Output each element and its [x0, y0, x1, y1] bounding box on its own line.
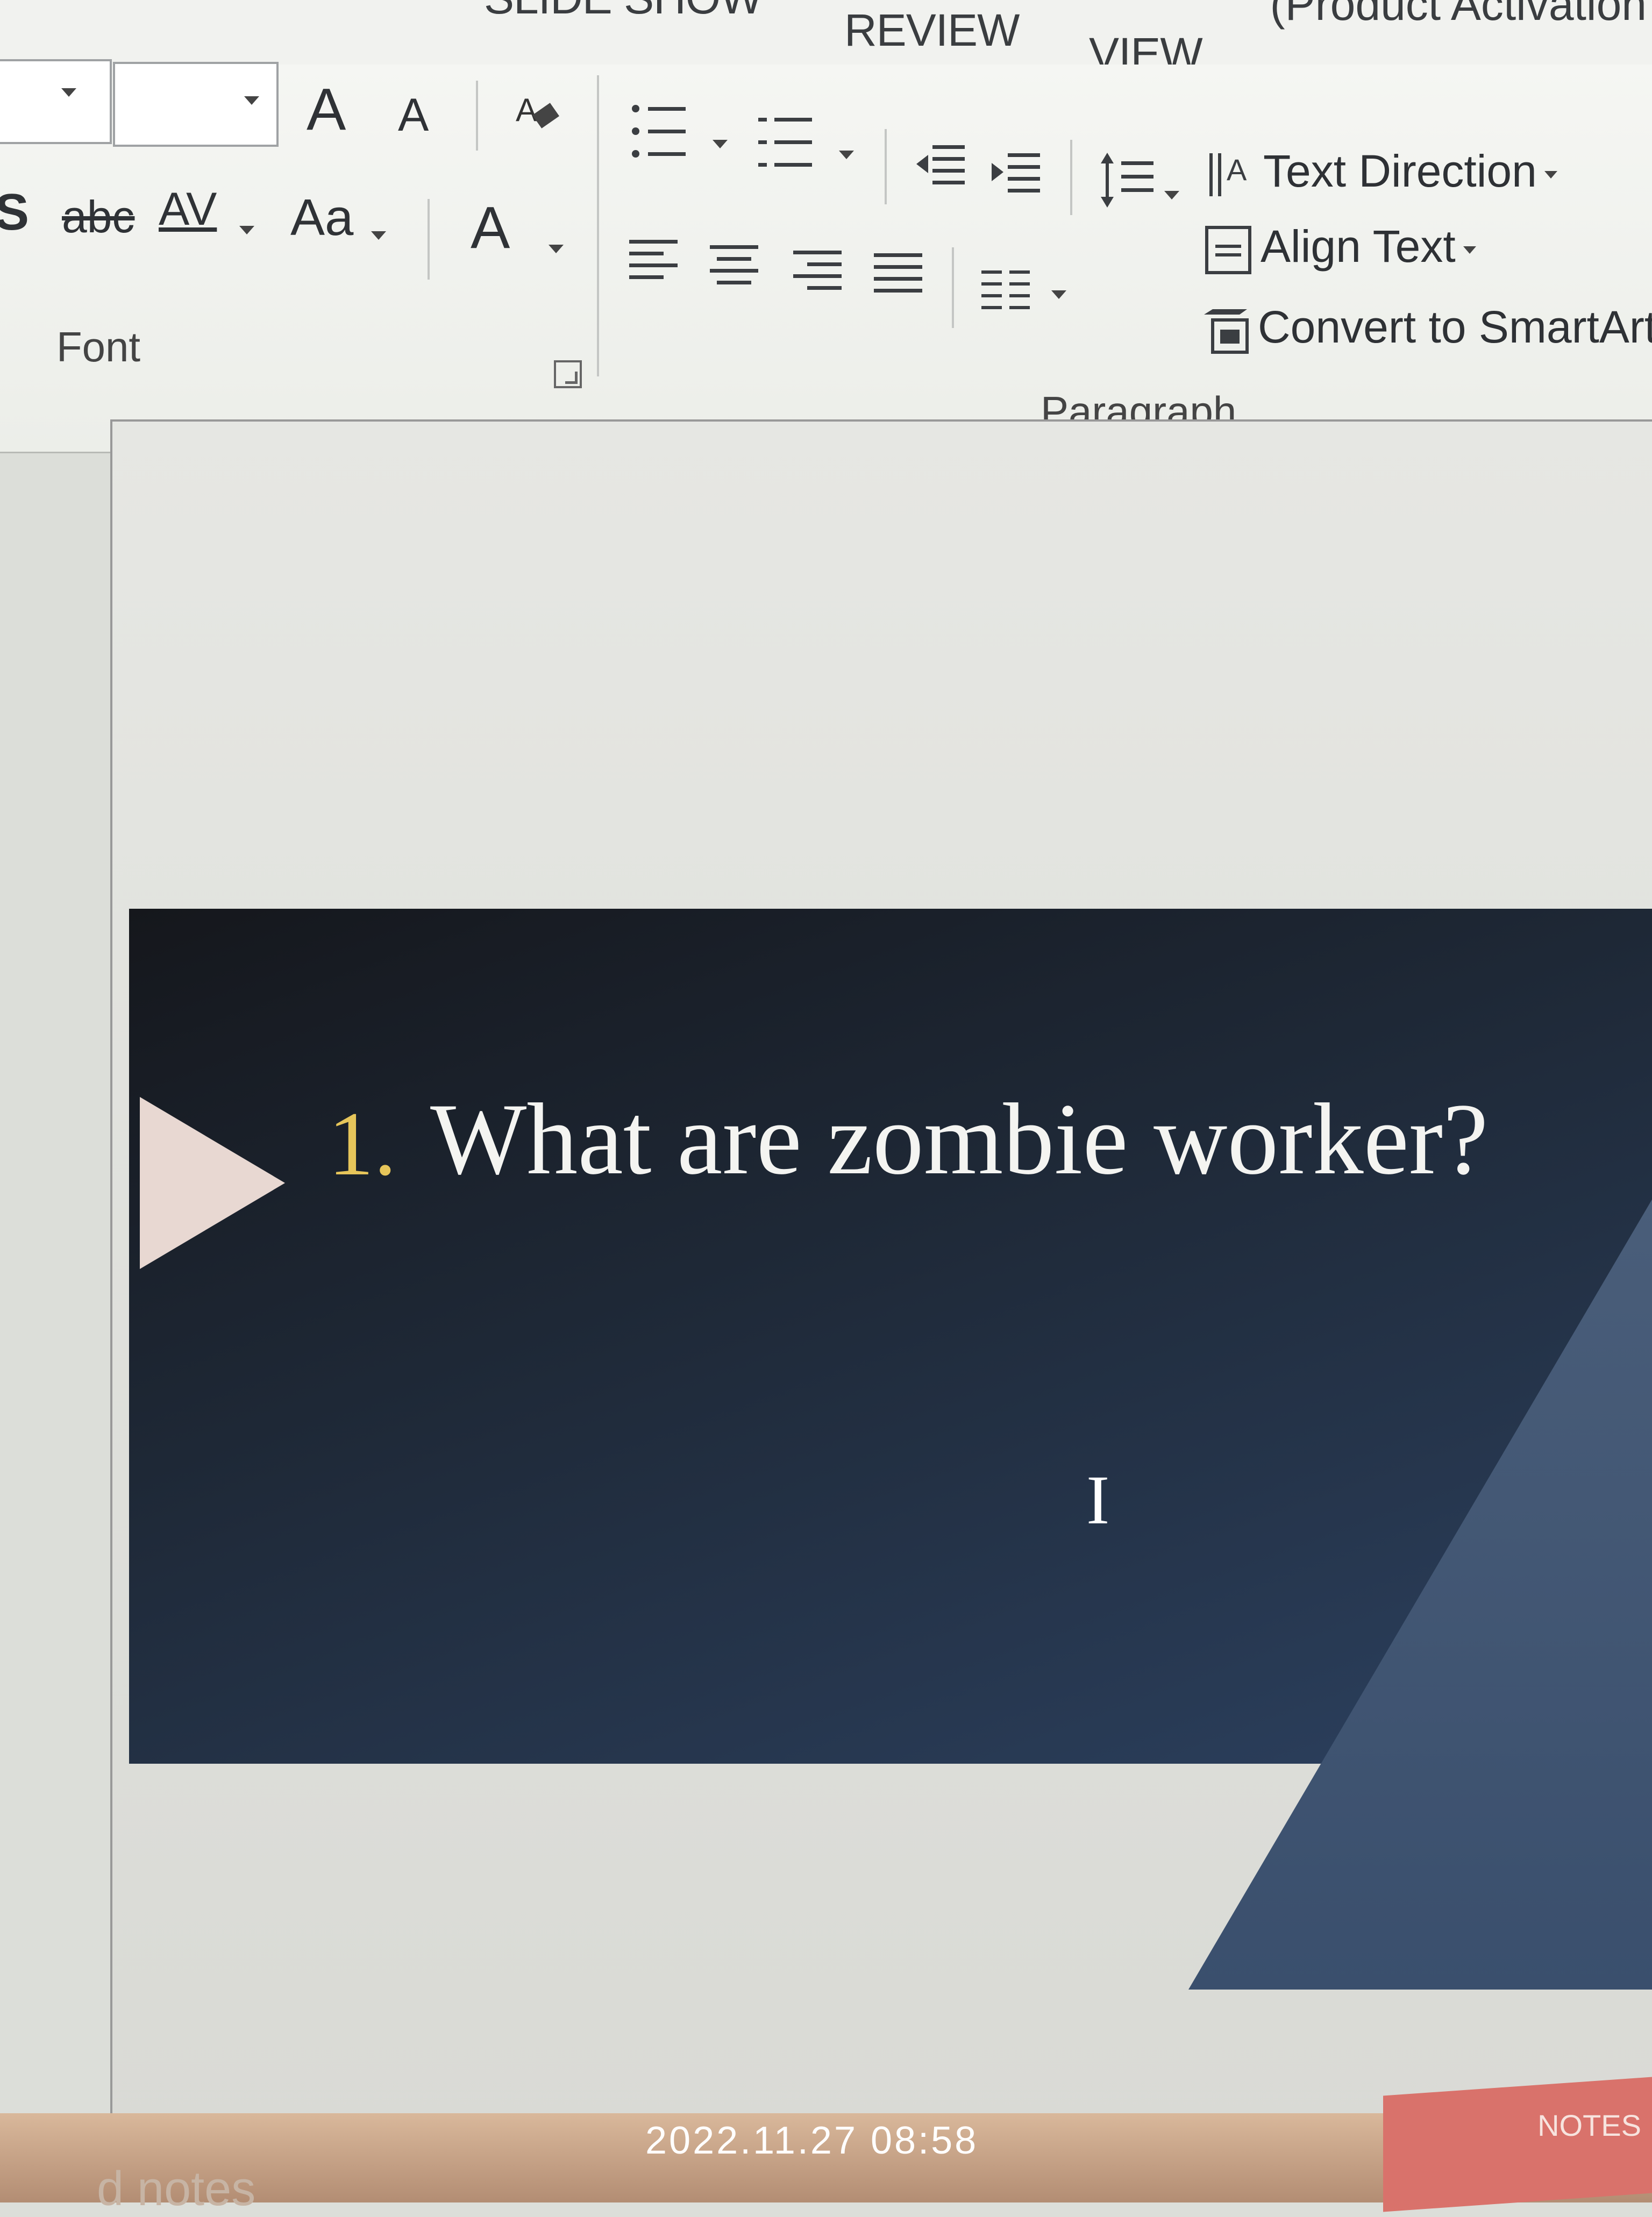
character-spacing-button[interactable]: AV	[159, 183, 217, 236]
text-direction-icon: A	[1207, 148, 1256, 202]
chevron-down-icon	[244, 96, 259, 105]
notes-area	[1383, 2077, 1652, 2212]
text-direction-label: Text Direction	[1263, 146, 1537, 196]
slide-title-number[interactable]: 1.	[328, 1092, 397, 1196]
separator	[885, 129, 887, 204]
bullets-button[interactable]	[632, 105, 691, 164]
line	[774, 118, 812, 122]
font-name-dropdown[interactable]	[0, 59, 112, 144]
align-text-label: Align Text	[1261, 221, 1456, 272]
clear-formatting-button[interactable]: A	[514, 89, 562, 137]
columns-icon	[981, 270, 1030, 309]
font-size-dropdown[interactable]	[113, 62, 279, 147]
chevron-down-icon[interactable]	[713, 140, 728, 148]
numbering-button[interactable]	[758, 116, 817, 175]
svg-text:A: A	[1227, 153, 1247, 187]
decrease-font-size-button[interactable]: A	[398, 89, 429, 142]
chevron-down-icon[interactable]	[1051, 290, 1066, 299]
convert-to-smartart-label: Convert to SmartArt	[1258, 302, 1652, 352]
separator	[476, 81, 478, 151]
align-center-button[interactable]	[710, 242, 764, 290]
separator	[952, 247, 954, 328]
align-text-button[interactable]: Align Text	[1205, 220, 1476, 277]
align-left-icon	[629, 240, 678, 279]
smartart-icon	[1202, 304, 1250, 358]
increase-font-size-button[interactable]: A	[307, 75, 346, 144]
chevron-down-icon[interactable]	[371, 231, 386, 240]
outdent-icon	[916, 145, 965, 184]
convert-to-smartart-button[interactable]: Convert to SmartArt	[1202, 301, 1652, 358]
line	[758, 118, 767, 122]
text-cursor-icon: I	[1086, 1462, 1110, 1539]
font-group-label: Font	[56, 323, 141, 370]
svg-text:A: A	[516, 92, 537, 128]
separator	[428, 199, 430, 280]
align-left-button[interactable]	[629, 237, 683, 285]
line	[648, 152, 686, 156]
bullet-dot	[632, 150, 639, 158]
chevron-down-icon	[1463, 246, 1476, 254]
chevron-down-icon	[61, 88, 76, 97]
notes-button[interactable]: NOTES	[1537, 2108, 1641, 2143]
separator	[1070, 140, 1072, 215]
eraser-icon: A	[516, 92, 559, 129]
slide-title-text[interactable]: What are zombie worker?	[430, 1081, 1489, 1198]
line	[774, 163, 812, 167]
align-right-button[interactable]	[793, 247, 847, 296]
chevron-down-icon[interactable]	[1164, 191, 1179, 199]
bullet-dot	[632, 127, 639, 135]
increase-indent-button[interactable]	[989, 148, 1043, 196]
decrease-indent-button[interactable]	[914, 140, 968, 188]
line	[774, 140, 812, 144]
align-right-icon	[793, 251, 842, 290]
change-case-button[interactable]: Aa	[290, 188, 353, 247]
triangle-bullet-icon	[140, 1097, 285, 1269]
columns-button[interactable]	[981, 266, 1035, 315]
line-spacing-button[interactable]	[1100, 151, 1159, 210]
photo-timestamp: 2022.11.27 08:58	[645, 2119, 979, 2162]
align-center-icon	[710, 245, 758, 284]
ribbon: A A A S abc AV Aa A Font A Text Directio…	[0, 59, 1652, 474]
chevron-down-icon[interactable]	[239, 226, 254, 234]
line	[758, 163, 767, 167]
font-color-button[interactable]: A	[471, 194, 510, 262]
chevron-down-icon[interactable]	[549, 245, 564, 253]
font-dialog-launcher-icon[interactable]	[554, 360, 582, 388]
ribbon-tabs: SLIDE SHOW REVIEW VIEW (Product Activati…	[0, 0, 1652, 79]
strikethrough-button[interactable]: abc	[62, 191, 134, 243]
justify-icon	[874, 253, 922, 293]
justify-button[interactable]	[874, 250, 928, 298]
chevron-down-icon[interactable]	[839, 151, 854, 159]
line	[758, 140, 767, 144]
notes-placeholder[interactable]: d notes	[97, 2162, 255, 2217]
line	[648, 130, 686, 133]
separator	[597, 75, 599, 376]
align-text-icon	[1205, 223, 1253, 277]
bullet-dot	[632, 105, 639, 112]
chevron-down-icon	[1544, 170, 1557, 179]
line-spacing-icon	[1101, 153, 1153, 208]
tab-review[interactable]: REVIEW	[844, 4, 1020, 56]
shadow-button[interactable]: S	[0, 183, 29, 242]
product-activation-title: (Product Activation	[1270, 0, 1647, 30]
indent-icon	[992, 153, 1040, 193]
tab-slide-show[interactable]: SLIDE SHOW	[484, 0, 763, 24]
line	[648, 107, 686, 111]
text-direction-button[interactable]: A Text Direction	[1207, 145, 1557, 202]
